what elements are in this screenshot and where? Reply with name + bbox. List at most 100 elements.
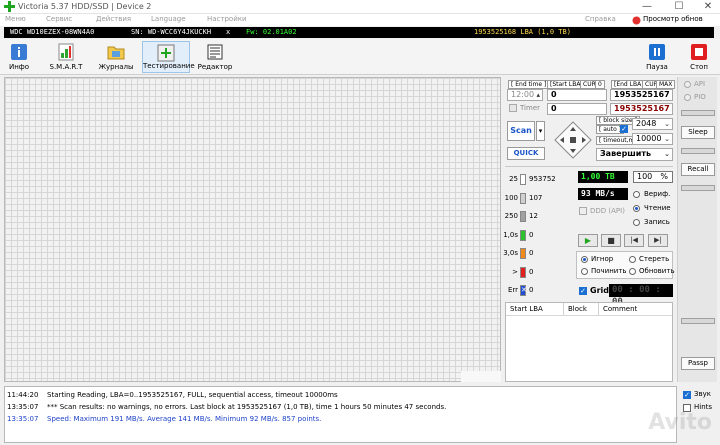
- previous-button[interactable]: |◀: [624, 234, 644, 247]
- scan-dropdown-icon[interactable]: ▾: [536, 121, 545, 141]
- ignore-radio[interactable]: [581, 256, 588, 263]
- maximize-button[interactable]: ☐: [668, 0, 690, 14]
- read-label: Чтение: [644, 204, 671, 212]
- defects-table: Start LBA Block Comment: [505, 302, 673, 382]
- side-slot: [681, 185, 715, 191]
- play-button[interactable]: ▶: [578, 234, 598, 247]
- pause-button[interactable]: Пауза: [642, 41, 672, 73]
- drive-model[interactable]: WDC WD10EZEX-08WN4A0: [10, 28, 94, 36]
- drive-info-bar: WDC WD10EZEX-08WN4A0 SN: WD-WCC6Y4JKUCKH…: [4, 27, 714, 38]
- end-lba-input[interactable]: 1953525167: [610, 89, 673, 101]
- header-divider: [506, 315, 672, 316]
- repair-radio[interactable]: [581, 268, 588, 275]
- info-label: Инфо: [8, 63, 30, 71]
- passp-button[interactable]: Passp: [681, 357, 715, 370]
- menu-help[interactable]: Справка: [585, 15, 616, 23]
- smart-label: S.M.A.R.T: [49, 63, 83, 71]
- verify-radio[interactable]: [633, 191, 640, 198]
- testing-button[interactable]: Тестирование: [142, 41, 195, 73]
- timeout-select[interactable]: 10000 ⌄: [632, 133, 673, 145]
- stop-label: Стоп: [690, 63, 708, 71]
- menu-settings[interactable]: Настройки: [207, 15, 247, 23]
- stat-label: Err: [507, 286, 518, 294]
- column-comment[interactable]: Comment: [603, 305, 637, 313]
- percent-display: 100 %: [633, 171, 673, 183]
- spin-icon: ▴: [536, 91, 540, 99]
- grid-checkbox[interactable]: ✓: [579, 287, 587, 295]
- percent-value: 100: [637, 172, 653, 181]
- erase-radio[interactable]: [629, 256, 636, 263]
- stat-label: >: [512, 267, 518, 276]
- side-panel: [677, 77, 717, 382]
- start-lba-input[interactable]: 0: [547, 89, 607, 101]
- drive-close-button[interactable]: x: [226, 28, 230, 36]
- pio-radio[interactable]: [684, 94, 691, 101]
- end-max-label[interactable]: MAX: [656, 80, 676, 89]
- avito-watermark: Avito: [648, 410, 712, 435]
- start-zero-label[interactable]: 0: [595, 80, 605, 89]
- menu-language[interactable]: Language: [151, 15, 186, 23]
- drive-capacity: 1953525168 LBA (1,0 TB): [474, 28, 571, 36]
- title-bar: Victoria 5.37 HDD/SSD | Device 2 — ☐ ✕: [0, 0, 720, 14]
- block-size-select[interactable]: 2048 ⌄: [632, 118, 673, 130]
- update-icon: [632, 16, 641, 25]
- stat-color-swatch: [520, 174, 526, 185]
- editor-button[interactable]: Редактор: [196, 41, 234, 73]
- write-label: Запись: [644, 218, 670, 226]
- smart-button[interactable]: S.M.A.R.T: [48, 41, 84, 73]
- close-window-button[interactable]: ✕: [697, 0, 719, 14]
- end-action-select[interactable]: Завершить ⌄: [596, 148, 673, 161]
- start-lba-current[interactable]: 0: [547, 103, 607, 115]
- menu-actions[interactable]: Действия: [96, 15, 131, 23]
- stop-scan-button[interactable]: ■: [601, 234, 621, 247]
- stat-value: 107: [529, 193, 543, 202]
- minimize-button[interactable]: —: [636, 0, 658, 14]
- stop-button[interactable]: Стоп: [684, 41, 714, 73]
- api-radio[interactable]: [684, 81, 691, 88]
- sound-checkbox[interactable]: ✓: [683, 391, 691, 399]
- end-lba-current[interactable]: 1953525167: [610, 103, 673, 115]
- editor-icon: [207, 44, 223, 60]
- error-mark-icon: ✕: [521, 286, 527, 294]
- log-time: 13:35:07: [7, 403, 39, 411]
- sleep-button[interactable]: Sleep: [681, 126, 715, 139]
- recall-button[interactable]: Recall: [681, 163, 715, 176]
- direction-pad-icon[interactable]: [553, 120, 593, 160]
- column-start-lba[interactable]: Start LBA: [510, 305, 543, 313]
- stat-color-swatch: [520, 192, 526, 204]
- event-log: 11:44:20 Starting Reading, LBA=0..1953525…: [4, 386, 677, 443]
- next-button[interactable]: ▶|: [648, 234, 668, 247]
- stat-label: 100: [504, 193, 518, 202]
- log-message: Speed: Maximum 191 MB/s. Average 141 MB/…: [47, 415, 322, 423]
- info-button[interactable]: Инфо: [4, 41, 34, 73]
- scan-button[interactable]: Scan: [507, 121, 535, 141]
- scanned-size-display: 1,00 ТВ: [578, 171, 628, 183]
- pause-icon: [649, 44, 665, 60]
- update-radio[interactable]: [629, 268, 636, 275]
- read-radio[interactable]: [633, 205, 640, 212]
- menu-main[interactable]: Меню: [5, 15, 26, 23]
- testing-icon: [157, 44, 175, 62]
- stat-value: 953752: [529, 175, 556, 183]
- menu-updates[interactable]: Просмотр обнов: [643, 15, 703, 23]
- auto-block-checkbox[interactable]: ✓: [620, 125, 628, 133]
- quick-button[interactable]: QUICK: [507, 147, 545, 160]
- end-time-field[interactable]: 12:00 ▴: [507, 89, 543, 101]
- editor-label: Редактор: [197, 63, 233, 71]
- column-block[interactable]: Block: [568, 305, 587, 313]
- menu-service[interactable]: Сервис: [46, 15, 72, 23]
- timer-checkbox[interactable]: [509, 104, 517, 112]
- speed-display: 93 MB/s: [578, 188, 628, 200]
- timeout-value: 10000: [636, 134, 662, 143]
- ignore-label: Игнор: [591, 255, 614, 263]
- ddd-api-checkbox[interactable]: [579, 207, 587, 215]
- stat-value: 0: [529, 286, 534, 294]
- stat-label: 3,0s: [503, 249, 518, 257]
- stop-icon: [691, 44, 707, 60]
- write-radio[interactable]: [633, 219, 640, 226]
- stat-color-swatch: [520, 211, 526, 222]
- pio-label: PIO: [694, 93, 706, 101]
- journals-button[interactable]: Журналы: [98, 41, 134, 73]
- log-message: *** Scan results: no warnings, no errors…: [47, 403, 447, 411]
- smart-icon: [58, 43, 74, 61]
